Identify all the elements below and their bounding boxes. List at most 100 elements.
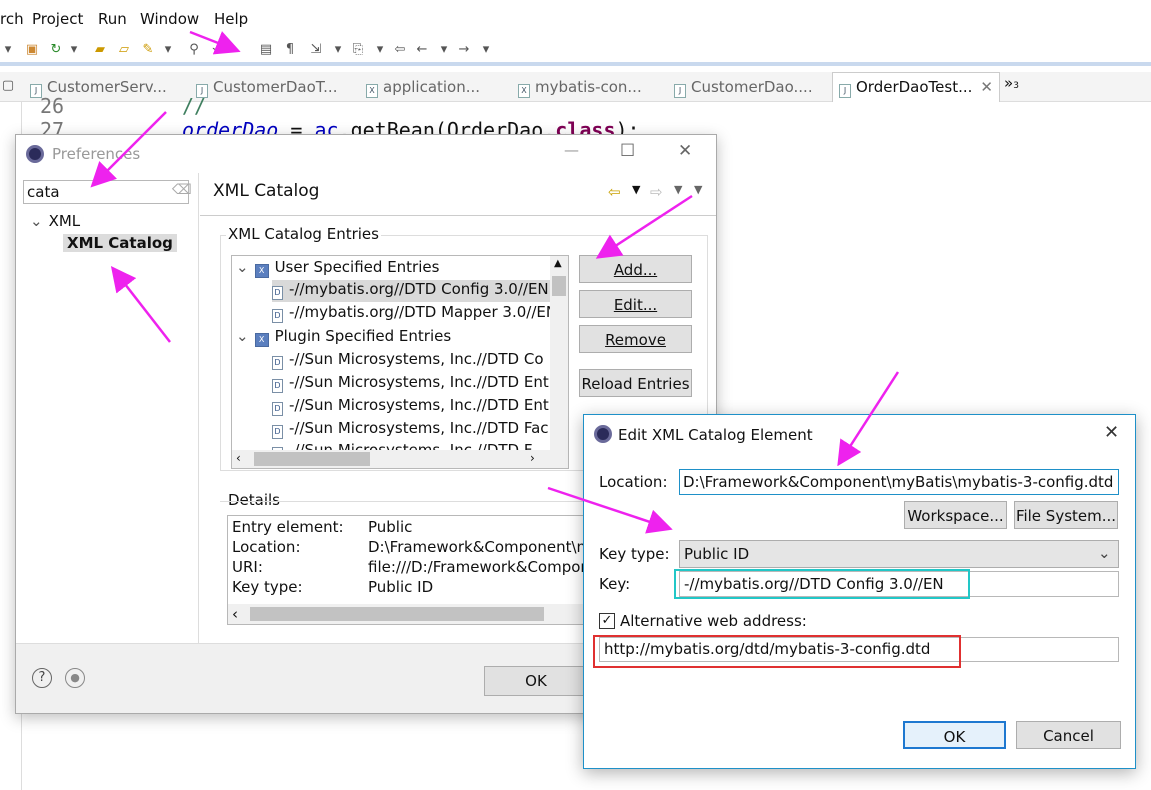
file-system-button[interactable]: File System... xyxy=(1014,501,1118,529)
dropdown-arrow-icon[interactable]: ▾ xyxy=(330,42,346,58)
tree-group-user[interactable]: ⌄ X User Specified Entries xyxy=(236,258,439,278)
scroll-thumb[interactable] xyxy=(552,276,566,296)
help-icon[interactable]: ? xyxy=(32,668,52,688)
tree-item-xml[interactable]: ⌄ XML xyxy=(30,212,80,230)
details-label: Details xyxy=(228,491,281,509)
tab-overflow[interactable]: »3 xyxy=(1004,74,1019,92)
filter-input[interactable]: cata ⌫ xyxy=(23,180,192,204)
vertical-scrollbar[interactable]: ▲ xyxy=(550,256,568,450)
clear-icon[interactable]: ⌫ xyxy=(172,182,192,198)
arrow-right-icon[interactable]: → xyxy=(456,42,472,58)
dropdown-arrow-icon[interactable]: ▾ xyxy=(160,42,176,58)
scroll-thumb[interactable] xyxy=(254,452,370,466)
close-icon[interactable]: ✕ xyxy=(678,141,692,161)
key-label: Key: xyxy=(599,575,631,593)
add-button[interactable]: Add... xyxy=(579,255,692,283)
maximize-icon[interactable]: ☐ xyxy=(620,141,635,161)
package-icon[interactable]: ▣ xyxy=(24,42,40,58)
remove-button[interactable]: Remove xyxy=(579,325,692,353)
line-number: 26 xyxy=(40,94,65,118)
dropdown-arrow-icon[interactable]: ▾ xyxy=(436,42,452,58)
entry-item[interactable]: D -//Sun Microsystems, Inc.//DTD Ent xyxy=(272,373,549,393)
tree-group-plugin[interactable]: ⌄ X Plugin Specified Entries xyxy=(236,327,451,347)
url-highlight-box xyxy=(593,635,961,668)
back-icon[interactable]: ⇦ xyxy=(392,42,408,58)
chevron-down-icon: ⌄ xyxy=(1098,544,1111,562)
close-icon[interactable]: ✕ xyxy=(1104,422,1119,443)
java-file-icon: J xyxy=(674,84,686,98)
search-icon[interactable]: ⚲ xyxy=(186,42,202,58)
tab-customer-dao-test[interactable]: J CustomerDaoT... xyxy=(196,78,337,98)
dtd-file-icon: D xyxy=(272,379,283,393)
page-title: XML Catalog xyxy=(213,181,320,201)
ok-button[interactable]: OK xyxy=(903,721,1006,749)
panel-icon[interactable]: ▢ xyxy=(0,78,16,94)
workspace-button[interactable]: Workspace... xyxy=(904,501,1007,529)
xml-file-icon: X xyxy=(518,84,530,98)
menu-run[interactable]: Run xyxy=(98,10,127,28)
dropdown-arrow-icon[interactable]: ▾ xyxy=(372,42,388,58)
menu-help[interactable]: Help xyxy=(214,10,248,28)
chevron-down-icon[interactable]: ⌄ xyxy=(236,327,249,345)
horizontal-scrollbar[interactable]: ‹ xyxy=(228,604,598,624)
link-icon[interactable]: ⌁ xyxy=(208,42,224,58)
tab-application[interactable]: Xapplication... xyxy=(366,78,480,98)
entry-item[interactable]: D -//mybatis.org//DTD Config 3.0//EN xyxy=(272,280,564,302)
entry-item[interactable]: D -//Sun Microsystems, Inc.//DTD Ent xyxy=(272,396,549,416)
editor-tab-bar: ▢ J CustomerServ... J CustomerDaoT... Xapp… xyxy=(0,72,1151,102)
scroll-up-icon[interactable]: ▲ xyxy=(554,258,562,269)
location-input[interactable]: D:\Framework&Component\myBatis\mybatis-3… xyxy=(679,469,1119,495)
back-icon[interactable]: ⇦ xyxy=(608,183,621,201)
pen-icon[interactable]: ✎ xyxy=(140,42,156,58)
edit-button[interactable]: Edit... xyxy=(579,290,692,318)
scroll-left-icon[interactable]: ‹ xyxy=(232,605,238,623)
alt-address-checkbox[interactable]: ✓ xyxy=(599,613,615,629)
dropdown-arrow-icon[interactable]: ▾ xyxy=(0,42,16,58)
scroll-right-icon[interactable]: › xyxy=(530,451,535,465)
scroll-thumb[interactable] xyxy=(250,607,544,621)
entry-item[interactable]: D -//Sun Microsystems, Inc.//DTD Co xyxy=(272,350,544,370)
chevron-down-icon[interactable]: ▼ xyxy=(674,183,682,196)
chevron-down-icon[interactable]: ⌄ xyxy=(30,212,43,230)
toggle-icon[interactable]: ▤ xyxy=(258,42,274,58)
dropdown-arrow-icon[interactable]: ▾ xyxy=(66,42,82,58)
close-icon[interactable]: ✕ xyxy=(980,78,993,96)
menu-search[interactable]: rch xyxy=(0,10,24,28)
folder-icon[interactable]: ▰ xyxy=(92,42,108,58)
catalog-icon: X xyxy=(254,264,269,278)
minimize-icon[interactable]: — xyxy=(564,141,579,159)
key-type-label: Key type: xyxy=(599,545,670,563)
java-file-icon: J xyxy=(839,84,851,98)
dtd-file-icon: D xyxy=(272,356,283,370)
arrow-left-icon[interactable]: ← xyxy=(414,42,430,58)
view-menu-icon[interactable]: ▼ xyxy=(694,183,702,196)
reload-entries-button[interactable]: Reload Entries xyxy=(579,369,692,397)
paragraph-icon[interactable]: ¶ xyxy=(282,42,298,58)
refresh-icon[interactable]: ↻ xyxy=(48,42,64,58)
dropdown-arrow-icon[interactable]: ▾ xyxy=(478,42,494,58)
chevron-down-icon[interactable]: ⌄ xyxy=(236,258,249,276)
tab-customer-dao[interactable]: J CustomerDao.... xyxy=(674,78,813,98)
chevron-down-icon[interactable]: ▼ xyxy=(632,183,640,196)
cancel-button[interactable]: Cancel xyxy=(1016,721,1121,749)
entry-item[interactable]: D -//mybatis.org//DTD Mapper 3.0//EN xyxy=(272,303,557,323)
tab-order-dao-test[interactable]: J OrderDaoTest... ✕ xyxy=(832,72,1000,102)
eclipse-icon xyxy=(594,425,612,443)
horizontal-scrollbar[interactable]: ‹ › xyxy=(232,450,568,468)
open-folder-icon[interactable]: ▱ xyxy=(116,42,132,58)
import-export-icon[interactable]: ● xyxy=(65,668,85,688)
ok-button[interactable]: OK xyxy=(484,666,588,696)
menu-window[interactable]: Window xyxy=(140,10,199,28)
menu-project[interactable]: Project xyxy=(32,10,83,28)
edit-location-icon[interactable]: ⎘ xyxy=(350,42,366,58)
annotation-icon[interactable]: ⇲ xyxy=(308,42,324,58)
forward-icon[interactable]: ⇨ xyxy=(650,183,663,201)
tree-item-xml-catalog[interactable]: XML Catalog xyxy=(63,234,177,252)
scroll-left-icon[interactable]: ‹ xyxy=(236,451,241,465)
location-label: Location: xyxy=(599,473,668,491)
entry-item[interactable]: D -//Sun Microsystems, Inc.//DTD Fac xyxy=(272,419,549,439)
entries-tree[interactable]: ⌄ X User Specified Entries D -//mybatis.org… xyxy=(231,255,569,469)
details-panel: Entry element: Public Location: D:\Frame… xyxy=(227,515,599,625)
key-type-select[interactable]: Public ID ⌄ xyxy=(679,540,1119,568)
tab-mybatis-config[interactable]: Xmybatis-con... xyxy=(518,78,642,98)
